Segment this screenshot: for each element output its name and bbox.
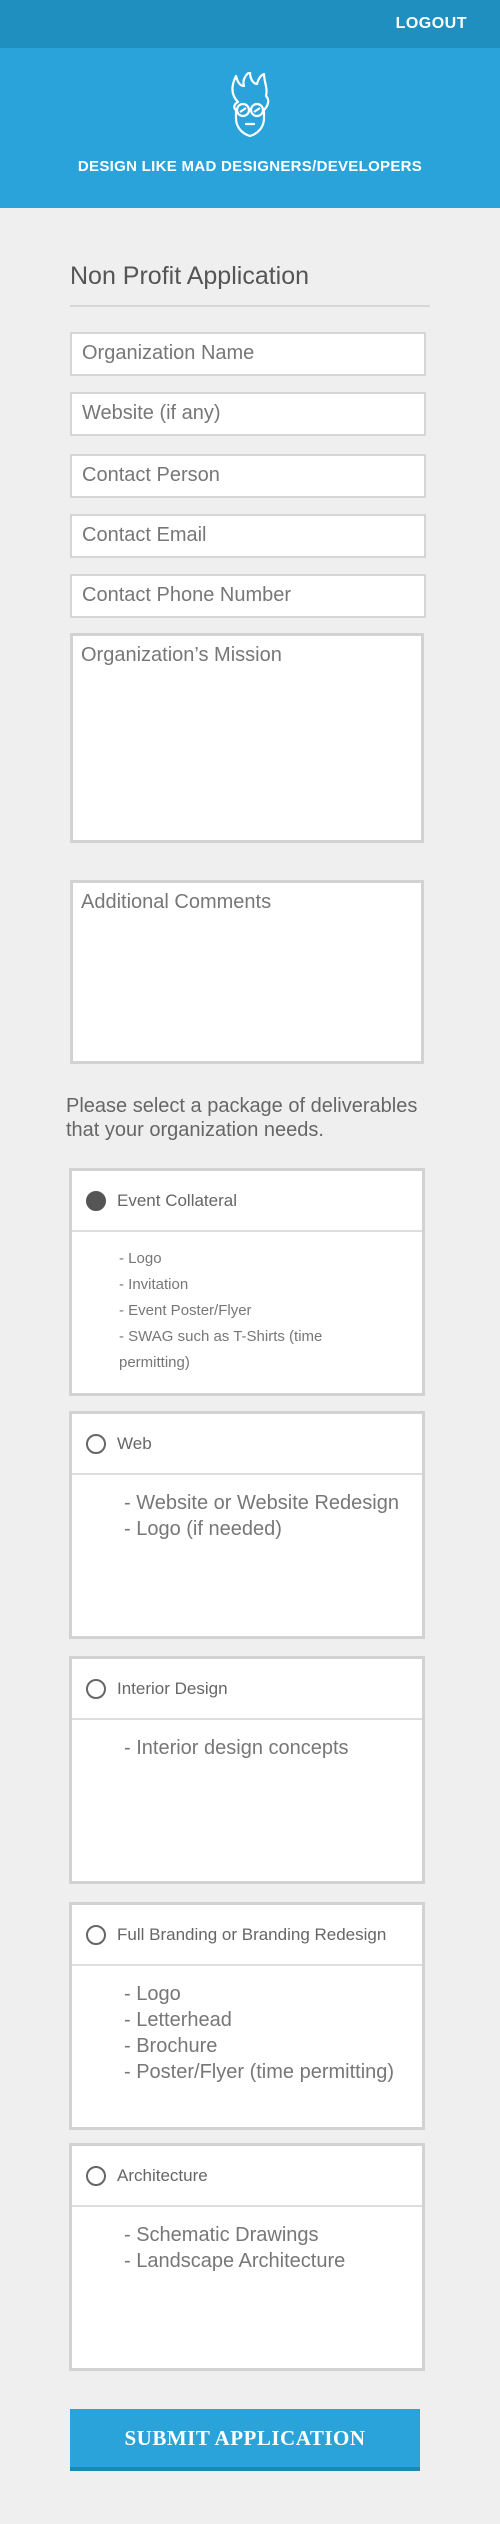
flame-mascot-icon [231, 72, 270, 138]
page-title: Non Profit Application [70, 262, 310, 290]
radio-unselected-icon[interactable] [86, 2166, 106, 2186]
deliverable-item: permitting) [119, 1354, 190, 1371]
deliverable-item: - Logo [124, 1983, 181, 2005]
deliverable-item: - Logo [119, 1250, 162, 1267]
package-card-architecture: Architecture - Schematic Drawings - Land… [69, 2143, 425, 2371]
package-prompt: Please select a package of deliverables … [66, 1095, 418, 1141]
mission-textarea[interactable]: Organization’s Mission [70, 633, 424, 843]
radio-selected-icon[interactable] [86, 1191, 106, 1211]
deliverable-item: - Logo (if needed) [124, 1518, 282, 1540]
package-header[interactable]: Event Collateral [72, 1171, 422, 1232]
deliverable-item: - Letterhead [124, 2009, 232, 2031]
deliverable-item: - Schematic Drawings [124, 2224, 319, 2246]
organization-name-field[interactable]: Organization Name [70, 332, 426, 376]
package-header[interactable]: Interior Design [72, 1659, 422, 1720]
deliverable-item: - Website or Website Redesign [124, 1492, 399, 1514]
deliverable-item: - Landscape Architecture [124, 2250, 346, 2272]
package-deliverables: - Schematic Drawings - Landscape Archite… [72, 2222, 422, 2274]
submit-application-button[interactable]: SUBMIT APPLICATION [70, 2409, 420, 2471]
contact-person-placeholder: Contact Person [82, 464, 220, 486]
contact-email-placeholder: Contact Email [82, 524, 207, 546]
hero-banner: DESIGN LIKE MAD DESIGNERS/DEVELOPERS [0, 48, 500, 208]
package-deliverables: - Interior design concepts [72, 1735, 422, 1761]
mission-placeholder: Organization’s Mission [81, 644, 282, 666]
deliverable-item: - Brochure [124, 2035, 218, 2057]
package-title: Architecture [117, 2166, 208, 2185]
package-title: Interior Design [117, 1679, 228, 1698]
package-deliverables: - Website or Website Redesign - Logo (if… [72, 1490, 422, 1542]
website-field[interactable]: Website (if any) [70, 392, 426, 436]
comments-placeholder: Additional Comments [81, 891, 272, 913]
logout-link[interactable]: LOGOUT [396, 15, 467, 33]
package-title: Full Branding or Branding Redesign [117, 1925, 387, 1944]
package-header[interactable]: Full Branding or Branding Redesign [72, 1905, 422, 1966]
package-card-web: Web - Website or Website Redesign - Logo… [69, 1411, 425, 1639]
deliverable-item: - Interior design concepts [124, 1737, 349, 1759]
deliverable-item: - Event Poster/Flyer [119, 1302, 252, 1319]
package-card-event-collateral: Event Collateral - Logo - Invitation - E… [69, 1168, 425, 1396]
top-bar: LOGOUT [0, 0, 500, 48]
package-title: Event Collateral [117, 1191, 238, 1210]
radio-unselected-icon[interactable] [86, 1925, 106, 1945]
contact-person-field[interactable]: Contact Person [70, 454, 426, 498]
organization-name-placeholder: Organization Name [82, 342, 255, 364]
hero-tagline: DESIGN LIKE MAD DESIGNERS/DEVELOPERS [77, 158, 423, 175]
deliverable-item: - SWAG such as T-Shirts (time [119, 1328, 323, 1345]
title-divider [70, 305, 430, 307]
package-deliverables: - Logo - Letterhead - Brochure - Poster/… [72, 1981, 422, 2085]
package-header[interactable]: Web [72, 1414, 422, 1475]
radio-unselected-icon[interactable] [86, 1679, 106, 1699]
contact-phone-placeholder: Contact Phone Number [82, 584, 292, 606]
package-card-interior-design: Interior Design - Interior design concep… [69, 1656, 425, 1884]
package-card-full-branding: Full Branding or Branding Redesign - Log… [69, 1902, 425, 2130]
contact-email-field[interactable]: Contact Email [70, 514, 426, 558]
contact-phone-field[interactable]: Contact Phone Number [70, 574, 426, 618]
package-deliverables: - Logo - Invitation - Event Poster/Flyer… [72, 1246, 422, 1376]
comments-textarea[interactable]: Additional Comments [70, 880, 424, 1064]
deliverable-item: - Invitation [119, 1276, 189, 1293]
deliverable-item: - Poster/Flyer (time permitting) [124, 2061, 395, 2083]
website-placeholder: Website (if any) [82, 402, 221, 424]
package-title: Web [117, 1434, 152, 1453]
package-header[interactable]: Architecture [72, 2146, 422, 2207]
radio-unselected-icon[interactable] [86, 1434, 106, 1454]
